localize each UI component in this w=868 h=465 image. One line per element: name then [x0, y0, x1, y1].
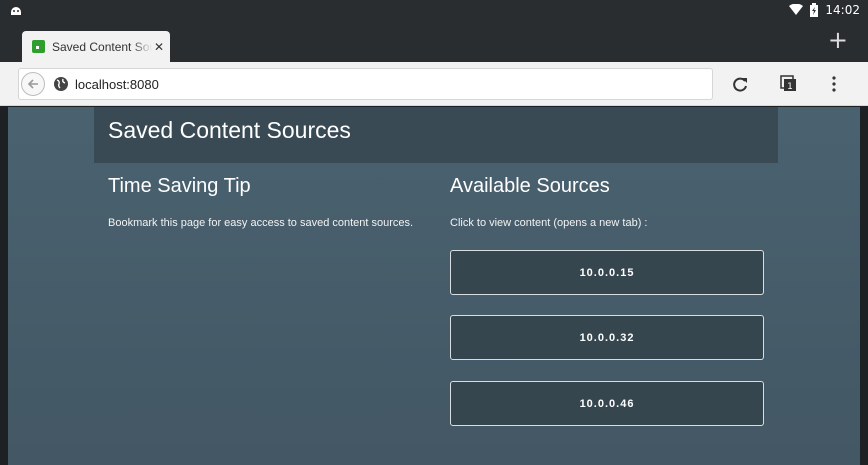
status-bar: 14:02: [0, 0, 868, 24]
globe-icon: [54, 77, 68, 91]
page-header: Saved Content Sources: [94, 107, 778, 163]
browser-toolbar: localhost:8080 1: [0, 62, 868, 106]
tab-title: Saved Content Sources: [52, 39, 152, 54]
svg-text:1: 1: [787, 82, 793, 92]
overflow-menu-icon[interactable]: [824, 74, 844, 94]
favicon-icon: [32, 40, 45, 53]
source-button[interactable]: 10.0.0.46: [450, 381, 764, 426]
tip-section: Time Saving Tip Bookmark this page for e…: [108, 175, 418, 231]
battery-icon: [810, 3, 819, 17]
back-button[interactable]: [21, 72, 45, 96]
source-button[interactable]: 10.0.0.15: [450, 250, 764, 295]
arrow-left-icon: [27, 79, 38, 89]
sources-heading: Available Sources: [450, 175, 610, 197]
tab-strip: Saved Content Sources ✕ +: [0, 24, 868, 62]
browser-tab[interactable]: Saved Content Sources ✕: [22, 31, 170, 62]
clock: 14:02: [825, 3, 860, 17]
new-tab-icon[interactable]: +: [828, 28, 848, 52]
reload-icon[interactable]: [730, 74, 750, 94]
address-bar[interactable]: localhost:8080: [18, 68, 713, 100]
sources-section: Available Sources Click to view content …: [450, 175, 770, 231]
tip-text: Bookmark this page for easy access to sa…: [108, 217, 414, 229]
source-button[interactable]: 10.0.0.32: [450, 315, 764, 360]
tip-heading: Time Saving Tip: [108, 175, 251, 197]
tab-switcher-icon[interactable]: 1: [778, 74, 798, 94]
android-icon: [11, 7, 21, 15]
wifi-icon: [789, 4, 804, 15]
page-title: Saved Content Sources: [108, 117, 351, 143]
sources-instruction: Click to view content (opens a new tab) …: [450, 217, 648, 229]
url-text: localhost:8080: [75, 76, 159, 92]
close-tab-icon[interactable]: ✕: [154, 40, 164, 54]
page-content: Saved Content Sources Time Saving Tip Bo…: [8, 107, 860, 465]
